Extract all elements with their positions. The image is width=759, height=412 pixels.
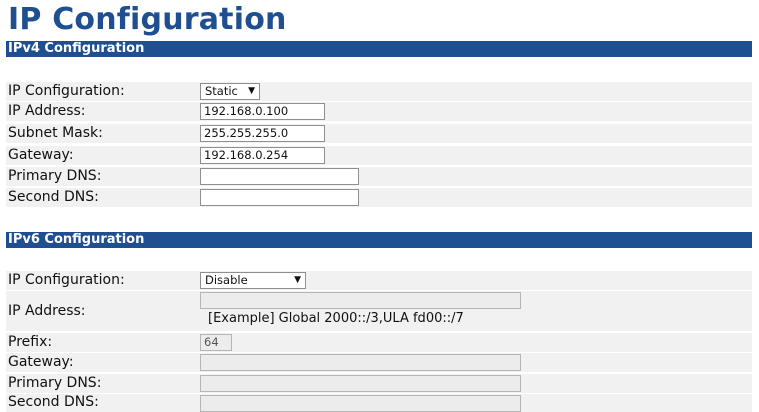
ipv6-gateway-input[interactable] <box>200 354 521 371</box>
ipv4-ip-input[interactable]: 192.168.0.100 <box>200 103 325 120</box>
ipv6-dns2-row: Second DNS: <box>6 394 752 412</box>
ipv6-dns2-label: Second DNS: <box>8 394 99 410</box>
ipv4-dns1-row: Primary DNS: <box>6 167 752 186</box>
ipv4-dns2-label: Second DNS: <box>8 189 99 205</box>
ipv6-ip-input[interactable] <box>200 292 521 309</box>
ipv6-gateway-row: Gateway: <box>6 353 752 372</box>
ipv4-config-select[interactable]: Static ▼ <box>200 83 260 100</box>
ipv6-ip-row: IP Address: [Example] Global 2000::/3,UL… <box>6 291 752 331</box>
ipv6-section-header: IPv6 Configuration <box>6 232 752 248</box>
ipv4-config-row: IP Configuration: Static ▼ <box>6 82 752 101</box>
ipv6-prefix-row: Prefix: 64 <box>6 333 752 352</box>
ipv6-prefix-input[interactable]: 64 <box>200 334 232 351</box>
ipv4-dns1-label: Primary DNS: <box>8 168 102 184</box>
ipv6-prefix-label: Prefix: <box>8 334 53 350</box>
ipv6-config-row: IP Configuration: Disable ▼ <box>6 271 752 290</box>
ipv4-gateway-row: Gateway: 192.168.0.254 <box>6 146 752 165</box>
ipv4-dns2-input[interactable] <box>200 189 359 206</box>
ipv4-section-header: IPv4 Configuration <box>6 41 752 57</box>
ipv6-dns1-label: Primary DNS: <box>8 375 102 391</box>
ipv6-config-label: IP Configuration: <box>8 272 125 288</box>
dropdown-arrow-icon: ▼ <box>294 275 301 285</box>
ipv4-dns2-row: Second DNS: <box>6 188 752 207</box>
ipv6-gateway-label: Gateway: <box>8 354 74 370</box>
ipv4-mask-label: Subnet Mask: <box>8 125 103 141</box>
ipv6-dns1-input[interactable] <box>200 375 521 392</box>
ipv6-ip-label: IP Address: <box>8 303 86 319</box>
ipv6-config-select[interactable]: Disable ▼ <box>200 272 306 289</box>
ipv4-mask-row: Subnet Mask: 255.255.255.0 <box>6 124 752 143</box>
ipv4-ip-label: IP Address: <box>8 103 86 119</box>
ipv6-config-value: Disable <box>205 273 248 287</box>
ipv4-config-value: Static <box>205 84 238 98</box>
ipv4-gateway-input[interactable]: 192.168.0.254 <box>200 147 325 164</box>
ipv4-config-label: IP Configuration: <box>8 83 125 99</box>
dropdown-arrow-icon: ▼ <box>248 86 255 96</box>
ipv4-mask-input[interactable]: 255.255.255.0 <box>200 125 325 142</box>
ipv6-dns1-row: Primary DNS: <box>6 374 752 393</box>
ipv6-dns2-input[interactable] <box>200 395 521 412</box>
ipv4-ip-row: IP Address: 192.168.0.100 <box>6 102 752 121</box>
page-title: IP Configuration <box>8 2 287 37</box>
ipv6-ip-example: [Example] Global 2000::/3,ULA fd00::/7 <box>208 311 464 326</box>
ipv4-dns1-input[interactable] <box>200 168 359 185</box>
ipv4-gateway-label: Gateway: <box>8 147 74 163</box>
